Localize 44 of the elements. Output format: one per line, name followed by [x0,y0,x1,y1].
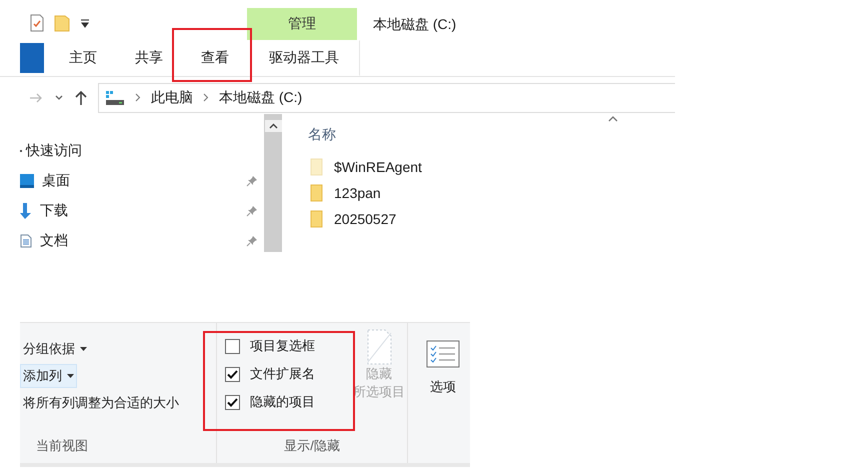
desktop-icon [20,174,34,188]
ribbon-command[interactable]: 添加列 [20,364,77,388]
ribbon-tab[interactable]: 共享 [116,40,182,76]
customize-dropdown-icon[interactable] [80,18,90,28]
address-bar[interactable]: 此电脑 本地磁盘 (C:) [98,82,675,112]
window-title: 本地磁盘 (C:) [373,16,456,34]
chevron-icon [135,93,141,102]
document-icon [20,234,32,248]
checkbox-label[interactable]: 项目复选框 [250,337,315,355]
scroll-up-icon[interactable] [264,120,282,132]
up-icon[interactable] [74,90,88,106]
group-label: 当前视图 [35,437,89,455]
nav-item[interactable]: 下载 [40,202,238,220]
ribbon-command[interactable]: 分组依据 [20,337,90,361]
hide-document-icon [366,329,392,365]
options-button[interactable]: 选项 [420,339,466,397]
file-name[interactable]: 123pan [334,185,381,201]
ribbon-tab[interactable]: 主页 [50,40,116,76]
drive-icon [105,90,125,104]
checklist-icon [426,340,460,368]
file-name[interactable]: 20250527 [334,211,396,227]
ribbon-tab[interactable]: 查看 [182,40,248,76]
nav-item[interactable]: 快速访问 [26,142,258,160]
nav-item[interactable]: 桌面 [42,172,238,190]
nav-item[interactable]: 文档 [40,232,238,250]
ribbon-command[interactable]: 将所有列调整为合适的大小 [20,391,182,415]
breadcrumb[interactable]: 此电脑 [151,88,193,106]
checkbox-label[interactable]: 隐藏的项目 [250,393,315,411]
contextual-tab-header: 管理 [247,8,357,40]
ribbon-tab[interactable]: 驱动器工具 [248,40,360,76]
download-arrow-icon [20,203,32,219]
recent-dropdown-icon[interactable] [54,94,64,102]
sort-ascending-icon [608,116,618,122]
chevron-icon [203,93,209,102]
scrollbar[interactable] [264,114,282,252]
properties-icon[interactable] [30,14,44,32]
checkbox[interactable] [225,338,240,354]
checkbox-label[interactable]: 文件扩展名 [250,365,315,383]
file-name[interactable]: $WinREAgent [334,159,422,175]
group-label: 显示/隐藏 [283,437,341,455]
checkbox[interactable] [225,366,240,382]
breadcrumb[interactable]: 本地磁盘 (C:) [219,88,302,106]
column-header[interactable]: 名称 [308,126,336,144]
checkbox[interactable] [225,394,240,410]
